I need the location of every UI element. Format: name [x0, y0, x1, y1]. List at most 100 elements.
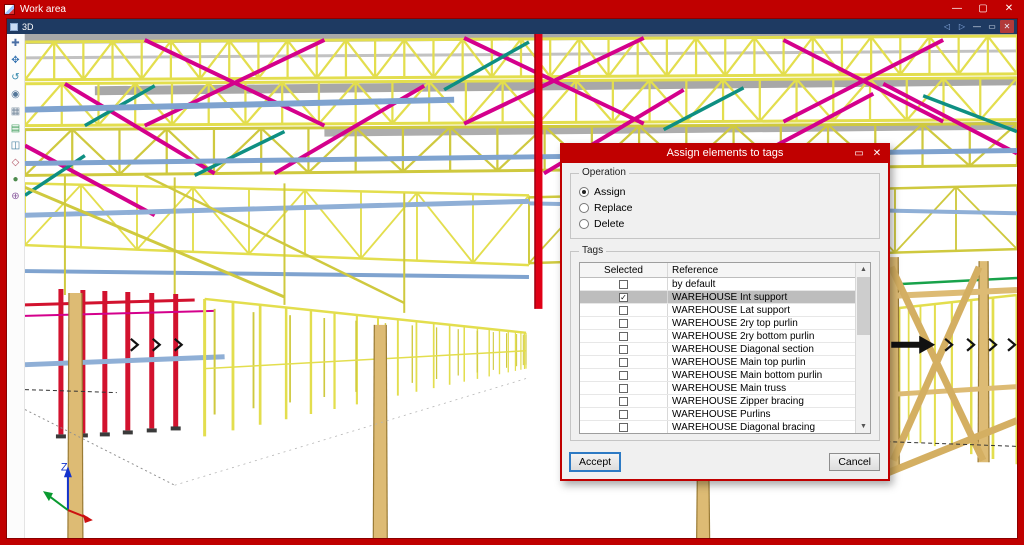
- tags-table-main: Selected Reference by default✓WAREHOUSE …: [580, 263, 855, 433]
- zoom-icon[interactable]: ◉: [9, 88, 22, 101]
- table-row[interactable]: WAREHOUSE Lat support: [580, 304, 855, 317]
- accept-button[interactable]: Accept: [570, 453, 620, 471]
- table-row[interactable]: WAREHOUSE Diagonal section: [580, 343, 855, 356]
- row-checkbox[interactable]: [619, 358, 628, 367]
- row-checkbox[interactable]: [619, 384, 628, 393]
- row-reference: WAREHOUSE Main truss: [668, 382, 855, 395]
- nav-forward-icon[interactable]: ▷: [955, 20, 969, 33]
- layers-icon[interactable]: ▤: [9, 122, 22, 135]
- row-selected-cell: [580, 356, 668, 368]
- table-row[interactable]: ✓WAREHOUSE Int support: [580, 291, 855, 304]
- view-minimize-button[interactable]: —: [970, 20, 984, 33]
- row-checkbox[interactable]: [619, 319, 628, 328]
- table-row[interactable]: WAREHOUSE 2ry top purlin: [580, 317, 855, 330]
- radio-option-delete[interactable]: Delete: [579, 216, 871, 232]
- row-checkbox[interactable]: [619, 332, 628, 341]
- radio-icon[interactable]: [579, 203, 589, 213]
- tags-table-body: by default✓WAREHOUSE Int supportWAREHOUS…: [580, 278, 855, 434]
- view-title: 3D: [22, 22, 940, 32]
- scroll-up-icon[interactable]: ▲: [856, 263, 871, 276]
- operation-options: Assign Replace Delete: [579, 184, 871, 232]
- views-icon[interactable]: ◫: [9, 139, 22, 152]
- tags-table-header: Selected Reference: [580, 263, 855, 278]
- row-checkbox[interactable]: [619, 423, 628, 432]
- operation-group: Operation AssignReplaceDelete: [570, 173, 880, 239]
- dialog-titlebar[interactable]: Assign elements to tags ▭ ✕: [562, 143, 888, 163]
- radio-label: Assign: [594, 186, 626, 198]
- row-reference: WAREHOUSE Purlins: [668, 408, 855, 421]
- dialog-maximize-button[interactable]: ▭: [850, 148, 868, 159]
- radio-option-replace[interactable]: Replace: [579, 200, 871, 216]
- radio-icon[interactable]: [579, 219, 589, 229]
- column-header-selected[interactable]: Selected: [580, 263, 668, 277]
- row-selected-cell: ✓: [580, 291, 668, 303]
- table-row[interactable]: WAREHOUSE Purlins: [580, 408, 855, 421]
- row-reference: WAREHOUSE Zipper bracing: [668, 395, 855, 408]
- grid-icon[interactable]: ▦: [9, 105, 22, 118]
- row-selected-cell: [580, 382, 668, 394]
- table-row[interactable]: WAREHOUSE Main truss: [580, 382, 855, 395]
- view-icon: [10, 23, 18, 31]
- view-titlebar: 3D ◁ ▷ — ▭ ✕: [7, 19, 1017, 34]
- row-reference: WAREHOUSE Diagonal section: [668, 343, 855, 356]
- pan-icon[interactable]: ✥: [9, 54, 22, 67]
- window-controls: — ▢ ✕: [944, 0, 1022, 18]
- table-row[interactable]: WAREHOUSE Diagonal bracing: [580, 421, 855, 434]
- close-button[interactable]: ✕: [996, 0, 1022, 18]
- pointer-icon[interactable]: ✚: [9, 37, 22, 50]
- row-reference: WAREHOUSE Diagonal bracing: [668, 421, 855, 434]
- row-selected-cell: [580, 395, 668, 407]
- row-reference: WAREHOUSE Lat support: [668, 304, 855, 317]
- table-row[interactable]: WAREHOUSE Main top purlin: [580, 356, 855, 369]
- row-reference: WAREHOUSE Main bottom purlin: [668, 369, 855, 382]
- table-row[interactable]: WAREHOUSE 2ry bottom purlin: [580, 330, 855, 343]
- table-row[interactable]: WAREHOUSE Zipper bracing: [580, 395, 855, 408]
- dialog-title: Assign elements to tags: [562, 147, 888, 159]
- row-selected-cell: [580, 421, 668, 433]
- radio-option-assign[interactable]: Assign: [579, 184, 871, 200]
- component-icon[interactable]: ◇: [9, 156, 22, 169]
- tags-table: Selected Reference by default✓WAREHOUSE …: [579, 262, 871, 434]
- nav-back-icon[interactable]: ◁: [940, 20, 954, 33]
- cancel-button[interactable]: Cancel: [829, 453, 880, 471]
- row-checkbox[interactable]: [619, 397, 628, 406]
- row-reference: WAREHOUSE 2ry bottom purlin: [668, 330, 855, 343]
- dialog-close-button[interactable]: ✕: [868, 148, 886, 159]
- table-row[interactable]: by default: [580, 278, 855, 291]
- scrollbar-thumb[interactable]: [857, 277, 870, 335]
- radio-label: Replace: [594, 202, 633, 214]
- column-header-reference[interactable]: Reference: [668, 263, 855, 277]
- row-checkbox[interactable]: [619, 371, 628, 380]
- window-title: Work area: [20, 4, 944, 15]
- row-selected-cell: [580, 304, 668, 316]
- row-checkbox[interactable]: [619, 410, 628, 419]
- visibility-icon[interactable]: ●: [9, 173, 22, 186]
- assign-elements-dialog: Assign elements to tags ▭ ✕ Operation As…: [560, 143, 890, 481]
- row-reference: by default: [668, 278, 855, 291]
- row-checkbox[interactable]: ✓: [619, 293, 628, 302]
- dialog-controls: ▭ ✕: [850, 143, 886, 163]
- table-scrollbar[interactable]: ▲ ▼: [855, 263, 870, 433]
- table-row[interactable]: WAREHOUSE Main bottom purlin: [580, 369, 855, 382]
- svg-text:Z: Z: [61, 461, 68, 473]
- scroll-down-icon[interactable]: ▼: [856, 420, 871, 433]
- row-checkbox[interactable]: [619, 345, 628, 354]
- row-selected-cell: [580, 343, 668, 355]
- view-toolbar: ✚ ✥ ↺ ◉ ▦ ▤ ◫ ◇ ● ⊕: [7, 34, 25, 538]
- radio-icon[interactable]: [579, 187, 589, 197]
- row-reference: WAREHOUSE 2ry top purlin: [668, 317, 855, 330]
- view-restore-button[interactable]: ▭: [985, 20, 999, 33]
- row-checkbox[interactable]: [619, 280, 628, 289]
- row-selected-cell: [580, 317, 668, 329]
- operation-group-label: Operation: [579, 167, 629, 178]
- window-titlebar: Work area — ▢ ✕: [0, 0, 1024, 18]
- minimize-button[interactable]: —: [944, 0, 970, 18]
- radio-label: Delete: [594, 218, 624, 230]
- view-close-button[interactable]: ✕: [1000, 20, 1014, 33]
- maximize-button[interactable]: ▢: [970, 0, 996, 18]
- tags-group-label: Tags: [579, 245, 606, 256]
- settings-icon[interactable]: ⊕: [9, 190, 22, 203]
- rotate-icon[interactable]: ↺: [9, 71, 22, 84]
- row-selected-cell: [580, 278, 668, 290]
- row-checkbox[interactable]: [619, 306, 628, 315]
